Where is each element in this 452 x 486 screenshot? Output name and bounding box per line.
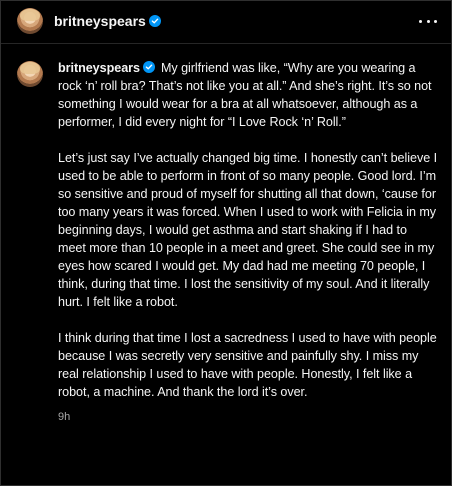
caption-paragraph-3: I think during that time I lost a sacred… (58, 331, 437, 399)
more-dot-icon (426, 19, 430, 23)
more-dot-icon (434, 19, 437, 23)
post-header: britneyspears (1, 1, 451, 44)
caption-username[interactable]: britneyspears (58, 61, 140, 75)
caption-username-row: britneyspears (58, 61, 155, 75)
caption-avatar[interactable] (17, 61, 43, 87)
caption-paragraph-1: britneyspears My girlfriend was like, “Wh… (58, 59, 438, 131)
post-panel: britneyspears britneyspears My girlfriend… (0, 0, 452, 486)
caption-paragraph-2: Let’s just say I’ve actually changed big… (58, 151, 438, 309)
verified-badge-icon (148, 15, 161, 27)
more-options-icon[interactable] (419, 13, 437, 29)
more-dot-icon (419, 19, 422, 23)
header-username-row: britneyspears (54, 13, 161, 29)
verified-badge-icon (142, 61, 155, 73)
header-avatar[interactable] (17, 8, 43, 34)
post-timestamp[interactable]: 9h (58, 408, 438, 426)
caption-text: britneyspears My girlfriend was like, “Wh… (58, 59, 438, 426)
header-username[interactable]: britneyspears (54, 13, 146, 29)
